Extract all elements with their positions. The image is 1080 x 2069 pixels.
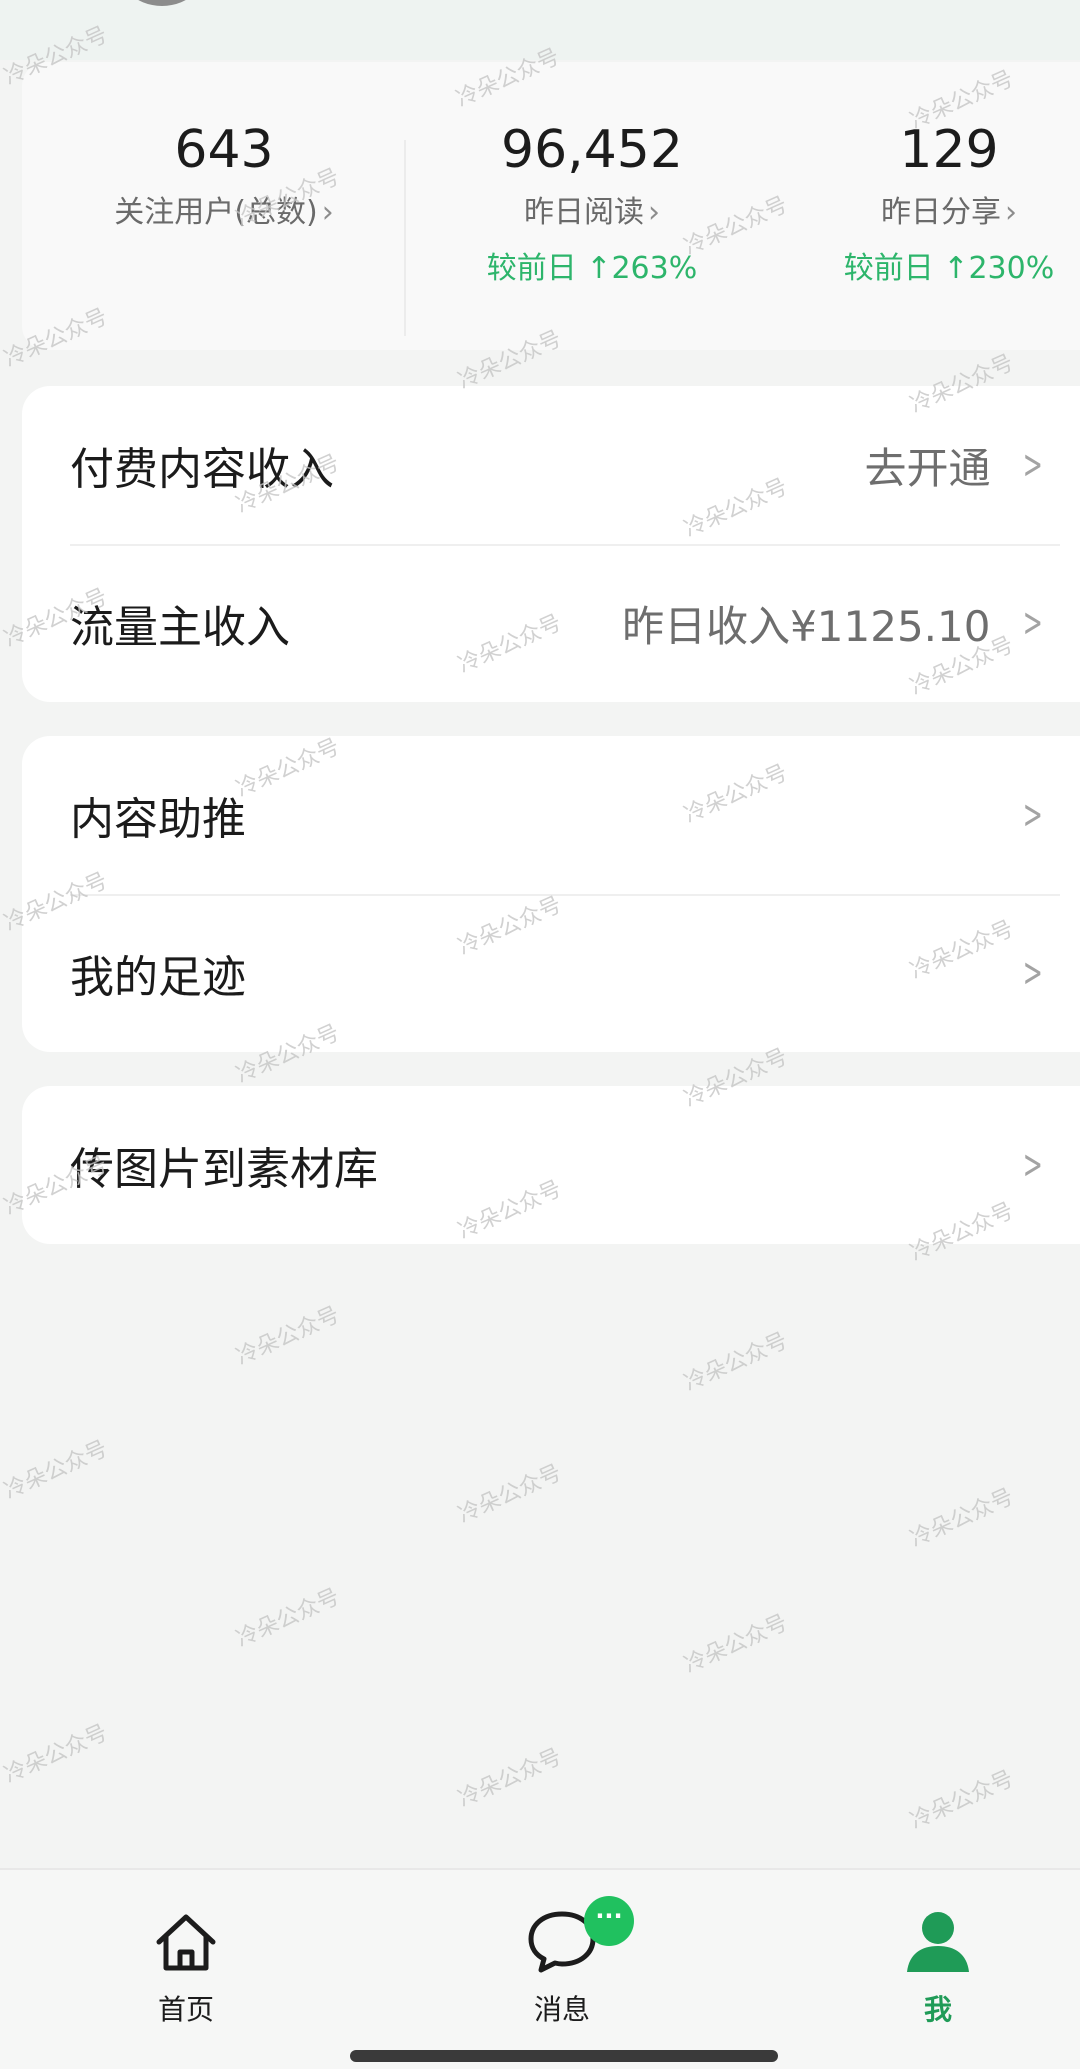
row-right: 去开通 > — [864, 435, 1050, 496]
stat-shares[interactable]: 129 昨日分享 › 较前日 ↑230% — [784, 120, 1080, 287]
stat-change: 较前日 ↑263% — [486, 251, 698, 287]
watermark-text: 冷朵公众号 — [906, 1766, 1018, 1835]
chevron-right-icon: > — [1023, 442, 1044, 488]
nav-label: 消息 — [533, 1993, 590, 2026]
nav-label: 我 — [923, 1993, 952, 2026]
stat-label: 昨日阅读 — [524, 195, 644, 231]
row-title: 我的足迹 — [70, 952, 246, 1003]
stat-reads[interactable]: 96,452 昨日阅读 › 较前日 ↑263% — [412, 120, 772, 287]
chevron-right-icon: > — [1023, 792, 1044, 838]
watermark-text: 冷朵公众号 — [232, 1302, 344, 1371]
message-badge: ··· — [584, 1896, 634, 1946]
row-right: > — [1016, 1142, 1050, 1188]
income-card: 付费内容收入 去开通 > 流量主收入 昨日收入¥1125.10 > — [22, 386, 1080, 702]
watermark-text: 冷朵公众号 — [0, 1436, 112, 1505]
nav-home[interactable]: 首页 — [86, 1904, 286, 2028]
list-item-upload-images[interactable]: 传图片到素材库 > — [22, 1086, 1080, 1244]
nav-me[interactable]: 我 — [838, 1904, 1038, 2028]
list-item-content-boost[interactable]: 内容助推 > — [22, 736, 1080, 894]
watermark-text: 冷朵公众号 — [680, 1328, 792, 1397]
chevron-right-icon: › — [648, 195, 660, 231]
watermark-text: 冷朵公众号 — [0, 1720, 112, 1789]
nav-label: 首页 — [157, 1993, 214, 2026]
divider — [404, 140, 406, 336]
row-title: 传图片到素材库 — [70, 1144, 378, 1195]
row-title: 内容助推 — [70, 794, 246, 845]
app-page: 643 关注用户(总数) › 96,452 昨日阅读 › 较前日 ↑263% 129… — [0, 0, 1080, 2069]
row-right: > — [1016, 792, 1050, 838]
stat-value: 129 — [899, 120, 999, 180]
watermark-text: 冷朵公众号 — [906, 1484, 1018, 1553]
stat-label-wrap: 昨日分享 › — [784, 187, 1080, 231]
watermark-text: 冷朵公众号 — [454, 1460, 566, 1529]
watermark-text: 冷朵公众号 — [232, 1584, 344, 1653]
watermark-text: 冷朵公众号 — [680, 1610, 792, 1679]
chevron-right-icon: › — [1005, 195, 1017, 231]
chevron-right-icon: › — [321, 195, 334, 231]
row-value: 昨日收入¥1125.10 — [622, 601, 991, 651]
bottom-nav: 首页 ··· 消息 我 — [0, 1868, 1080, 2069]
row-right: > — [1016, 950, 1050, 996]
upload-card: 传图片到素材库 > — [22, 1086, 1080, 1244]
row-value: 去开通 — [864, 443, 991, 493]
nav-messages[interactable]: ··· 消息 — [462, 1896, 662, 2028]
user-icon — [838, 1904, 1038, 1974]
stat-value: 96,452 — [501, 120, 683, 180]
chevron-right-icon: > — [1023, 950, 1044, 996]
chevron-right-icon: > — [1023, 600, 1044, 646]
avatar[interactable] — [112, 0, 212, 6]
home-icon — [86, 1904, 286, 1974]
watermark-text: 冷朵公众号 — [454, 1744, 566, 1813]
home-indicator[interactable] — [350, 2050, 778, 2062]
stat-label: 昨日分享 — [881, 195, 1001, 231]
chevron-right-icon: > — [1023, 1142, 1044, 1188]
stat-change: 较前日 ↑230% — [843, 251, 1055, 287]
